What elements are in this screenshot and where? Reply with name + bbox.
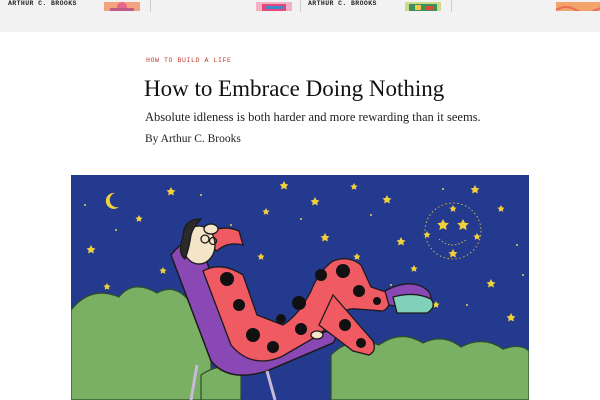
strip-divider xyxy=(300,0,301,12)
strip-divider xyxy=(451,0,452,12)
related-article-author: ARTHUR C. BROOKS xyxy=(8,0,77,7)
related-article-thumbnail[interactable] xyxy=(256,0,292,11)
related-article-card[interactable]: ARTHUR C. BROOKS xyxy=(308,0,377,12)
strip-divider xyxy=(150,0,151,12)
section-kicker[interactable]: How to Build a Life xyxy=(146,57,232,64)
related-article-card[interactable]: ARTHUR C. BROOKS xyxy=(8,0,77,12)
related-article-thumbnail[interactable] xyxy=(104,0,140,11)
related-article-thumbnail[interactable] xyxy=(405,0,441,11)
article-headline: How to Embrace Doing Nothing xyxy=(144,76,445,101)
byline: By Arthur C. Brooks xyxy=(145,133,241,145)
author-link[interactable]: Arthur C. Brooks xyxy=(161,133,241,145)
related-articles-strip: ARTHUR C. BROOKS ARTHUR C. BROOKS xyxy=(0,0,600,32)
related-article-author: ARTHUR C. BROOKS xyxy=(308,0,377,7)
article-dek: Absolute idleness is both harder and mor… xyxy=(145,110,481,124)
related-article-thumbnail[interactable] xyxy=(556,0,600,11)
byline-prefix: By xyxy=(145,133,159,145)
hero-illustration xyxy=(71,175,529,400)
